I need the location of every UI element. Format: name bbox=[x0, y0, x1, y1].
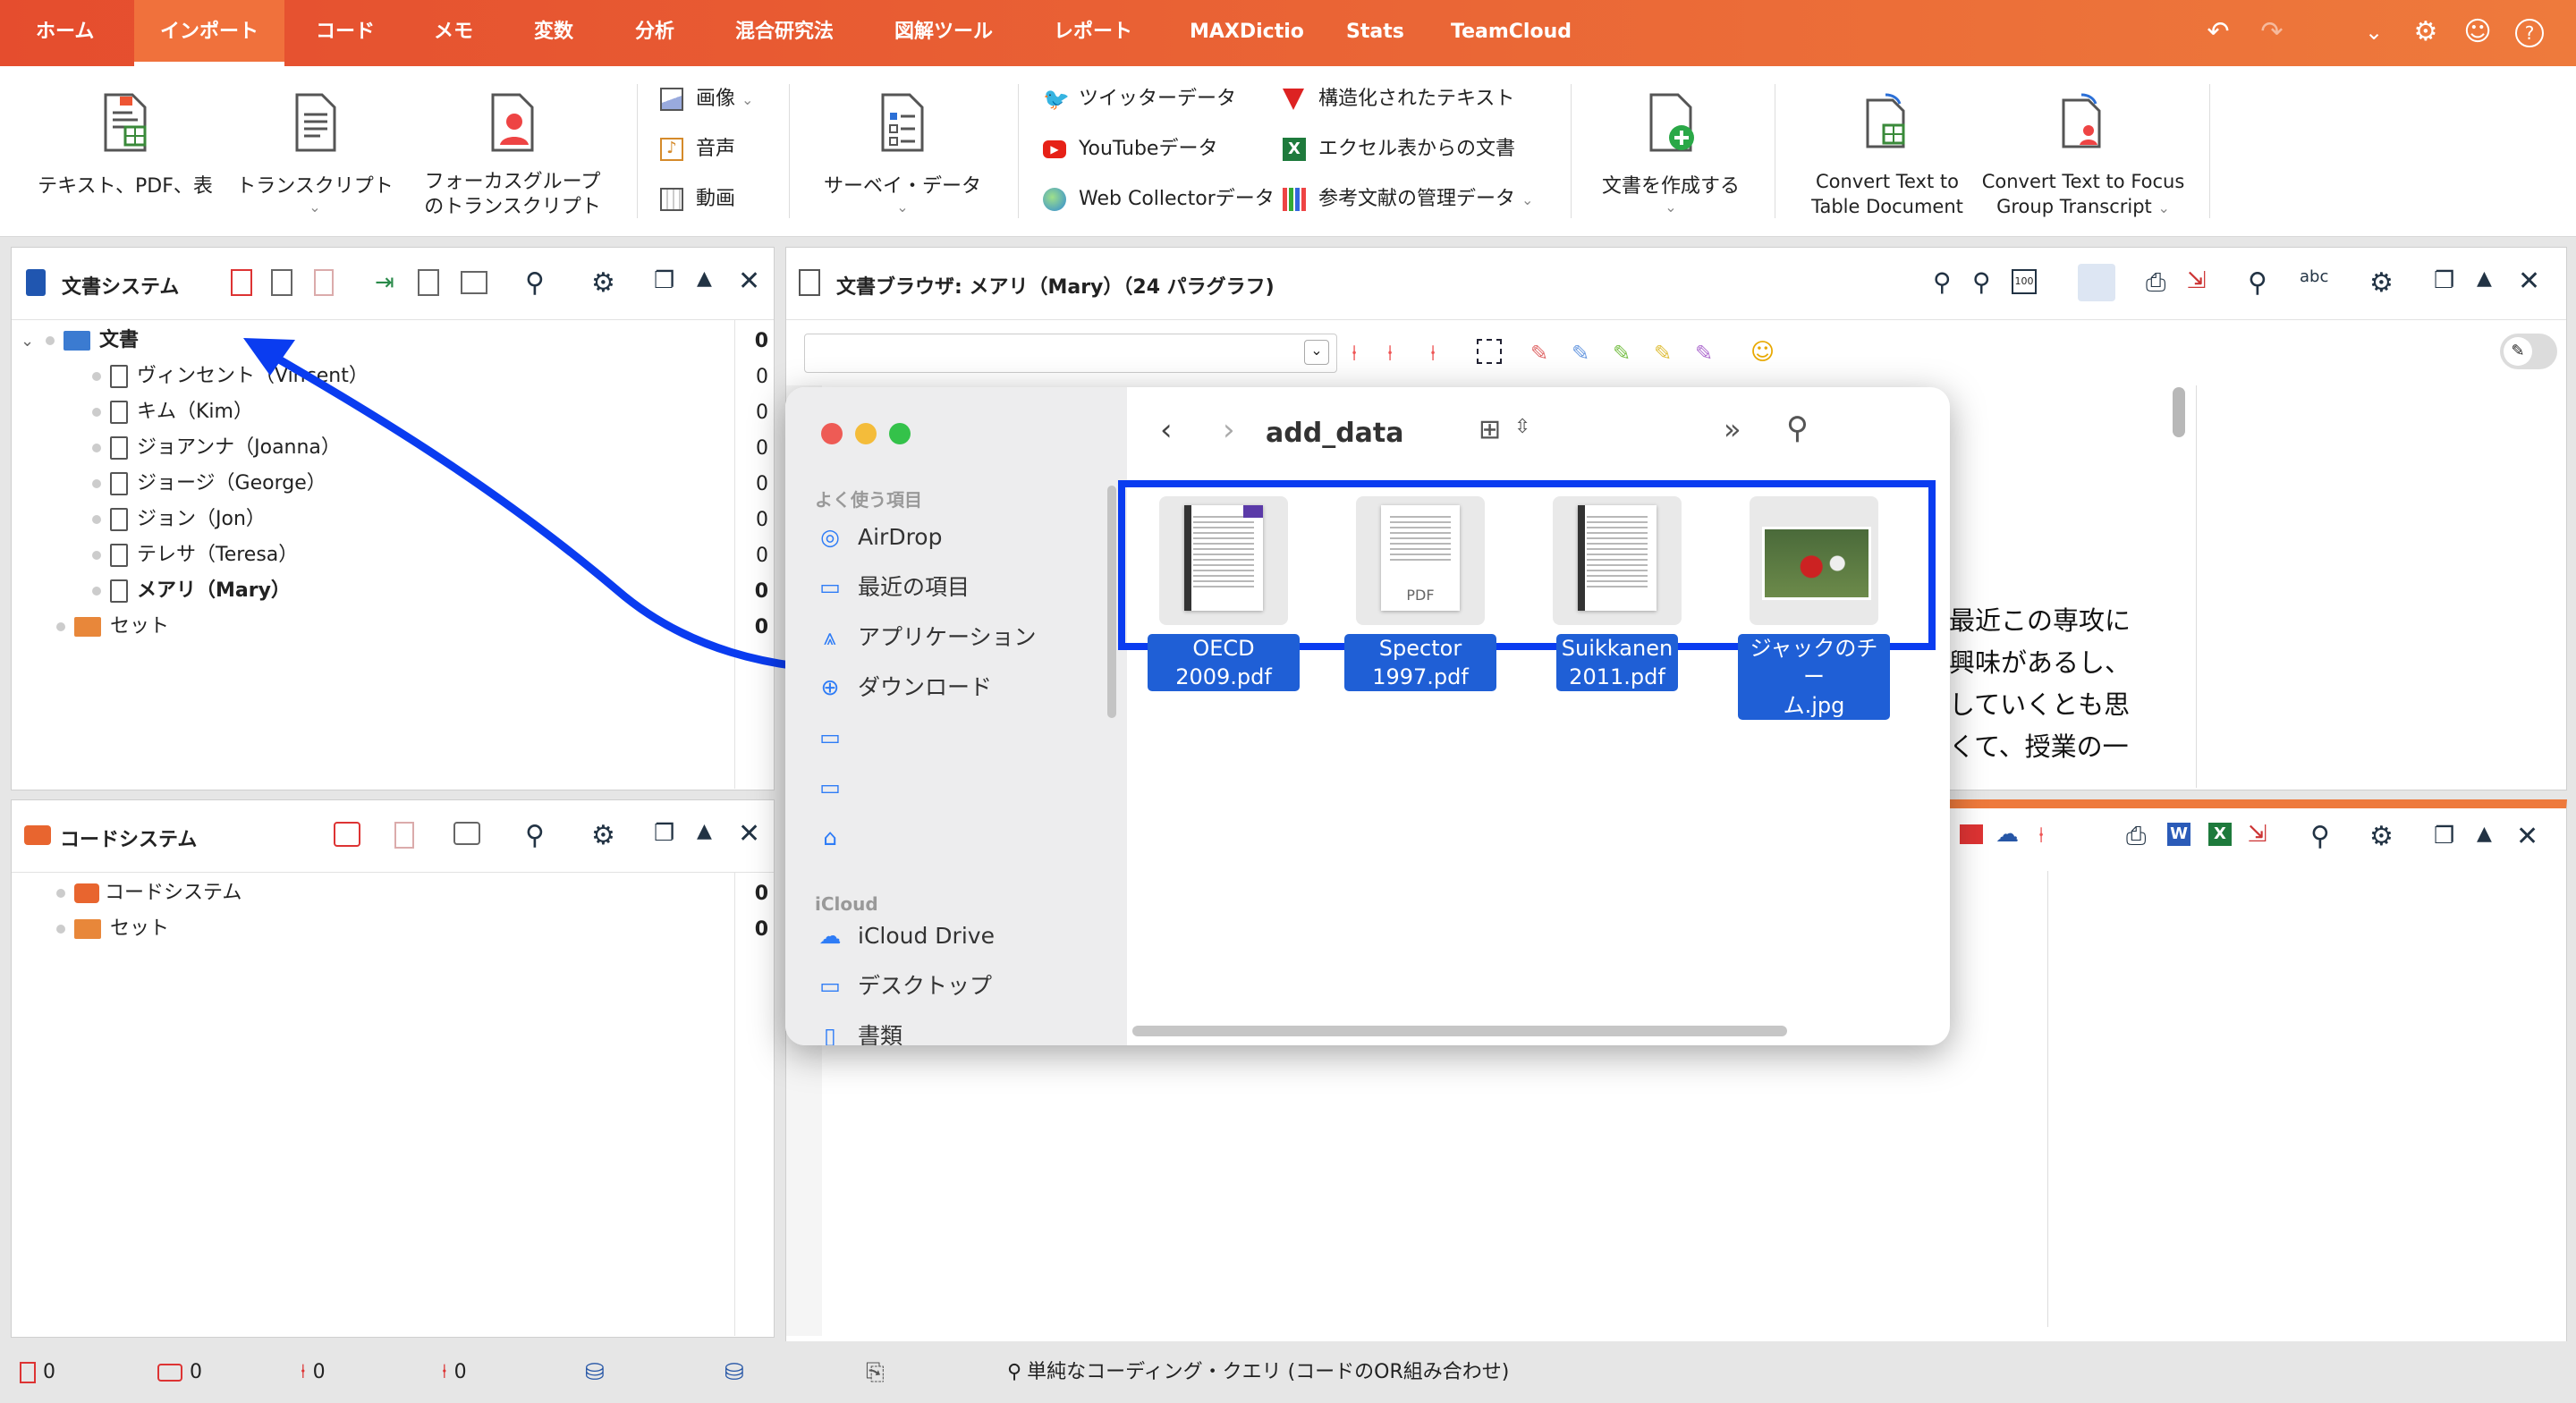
finder-sidebar: よく使う項目 iCloud ◎ AirDrop ▭ 最近の項目 ⩓ アプリケーション ⊕ ダウ… bbox=[785, 387, 1127, 1045]
download-icon: ⊕ bbox=[820, 674, 840, 700]
file-item[interactable]: ジャックのチー ム.jpg bbox=[1738, 496, 1890, 720]
sidebar-item[interactable]: ▭ bbox=[817, 770, 858, 806]
page-corner bbox=[1243, 505, 1263, 518]
page-text-lines bbox=[1587, 516, 1648, 587]
search-icon[interactable]: ⚲ bbox=[1786, 410, 1809, 446]
sidebar-item[interactable]: ◎ AirDrop bbox=[817, 520, 942, 555]
file-thumbnail: PDF bbox=[1356, 496, 1485, 625]
status-weight[interactable]: ⍿ 0 bbox=[442, 1357, 467, 1388]
file-thumbnail bbox=[1750, 496, 1878, 625]
more-chevron-icon[interactable]: » bbox=[1724, 412, 1741, 446]
status-documents[interactable]: 0 bbox=[20, 1357, 55, 1388]
sidebar-item[interactable]: ▭ 最近の項目 bbox=[817, 570, 970, 605]
forward-chevron-icon[interactable]: › bbox=[1223, 412, 1235, 448]
minimize-window-button[interactable] bbox=[855, 423, 877, 444]
sidebar-item[interactable]: ▯ 書類 bbox=[817, 1018, 902, 1045]
status-coded-segments[interactable]: ⍿ 0 bbox=[301, 1357, 326, 1388]
pdf-page-icon bbox=[1184, 505, 1263, 611]
updown-chevron-icon[interactable]: ⇳ bbox=[1514, 416, 1530, 438]
doc-icon: ▯ bbox=[824, 1023, 836, 1045]
cloud-icon: ☁ bbox=[818, 923, 842, 949]
sidebar-item[interactable]: ☁ iCloud Drive bbox=[817, 918, 995, 954]
view-grid-icon[interactable]: ⊞ bbox=[1479, 414, 1501, 445]
status-query[interactable]: ⚲ 単純なコーディング・クエリ (コードのOR組み合わせ) bbox=[1007, 1357, 1509, 1388]
sidebar-item[interactable]: ⩓ アプリケーション bbox=[817, 620, 1037, 655]
finder-toolbar: ‹ › add_data ⊞ ⇳ » ⚲ bbox=[1128, 387, 1950, 477]
clock-icon: ▭ bbox=[819, 574, 841, 600]
file-item[interactable]: PDF Spector 1997.pdf bbox=[1344, 496, 1496, 691]
home-icon: ⌂ bbox=[823, 824, 837, 850]
page-dark-band bbox=[1184, 505, 1191, 611]
pdf-label: PDF bbox=[1406, 587, 1435, 604]
apps-icon: ⩓ bbox=[823, 624, 837, 650]
favorites-header: よく使う項目 bbox=[815, 489, 922, 511]
code-icon bbox=[157, 1364, 182, 1382]
doc-variables-icon[interactable]: ⛁ bbox=[585, 1357, 605, 1388]
status-codes[interactable]: 0 bbox=[157, 1357, 202, 1388]
airdrop-icon: ◎ bbox=[820, 524, 840, 550]
file-thumbnail bbox=[1553, 496, 1682, 625]
back-chevron-icon[interactable]: ‹ bbox=[1160, 412, 1173, 448]
file-item[interactable]: Suikkanen 2011.pdf bbox=[1541, 496, 1693, 691]
sidebar-item[interactable]: ⊕ ダウンロード bbox=[817, 670, 993, 706]
sidebar-scrollbar[interactable] bbox=[1107, 486, 1116, 718]
desktop-icon: ▭ bbox=[819, 973, 841, 999]
folder-title: add_data bbox=[1266, 418, 1404, 449]
photo-thumbnail bbox=[1762, 527, 1871, 600]
weight-icon: ⍿ bbox=[442, 1361, 447, 1383]
file-item[interactable]: OECD 2009.pdf bbox=[1148, 496, 1300, 691]
pdf-page-icon bbox=[1578, 505, 1657, 611]
file-thumbnail bbox=[1159, 496, 1288, 625]
page-text-lines bbox=[1390, 516, 1451, 561]
folder-icon: ▭ bbox=[819, 774, 841, 800]
page-dark-band bbox=[1578, 505, 1585, 611]
zoom-window-button[interactable] bbox=[889, 423, 911, 444]
sidebar-item[interactable]: ▭ bbox=[817, 720, 858, 756]
file-name: OECD 2009.pdf bbox=[1148, 634, 1300, 691]
file-name: Spector 1997.pdf bbox=[1344, 634, 1496, 691]
finder-window: よく使う項目 iCloud ◎ AirDrop ▭ 最近の項目 ⩓ アプリケーション ⊕ ダウ… bbox=[785, 387, 1950, 1045]
file-name: ジャックのチー ム.jpg bbox=[1738, 634, 1890, 720]
icloud-header: iCloud bbox=[815, 893, 878, 915]
sidebar-item[interactable]: ▭ デスクトップ bbox=[817, 968, 992, 1004]
folder-icon: ▭ bbox=[819, 724, 841, 750]
document-arrow-icon[interactable]: ⎘ bbox=[866, 1357, 885, 1388]
user-icon[interactable]: ⛁ bbox=[724, 1357, 744, 1388]
horizontal-scrollbar[interactable] bbox=[1132, 1026, 1787, 1036]
segments-icon: ⍿ bbox=[301, 1361, 306, 1383]
query-search-icon: ⚲ bbox=[1007, 1361, 1022, 1383]
sidebar-item[interactable]: ⌂ bbox=[817, 820, 858, 856]
document-icon bbox=[20, 1362, 36, 1383]
close-window-button[interactable] bbox=[821, 423, 843, 444]
file-name: Suikkanen 2011.pdf bbox=[1555, 634, 1679, 691]
status-bar: 0 0 ⍿ 0 ⍿ 0 ⛁ ⛁ ⎘ ⚲ 単純なコーディング・クエリ (コードのOR組み… bbox=[0, 1341, 2576, 1403]
page-text-lines bbox=[1193, 516, 1254, 587]
pdf-page-icon: PDF bbox=[1381, 505, 1460, 611]
